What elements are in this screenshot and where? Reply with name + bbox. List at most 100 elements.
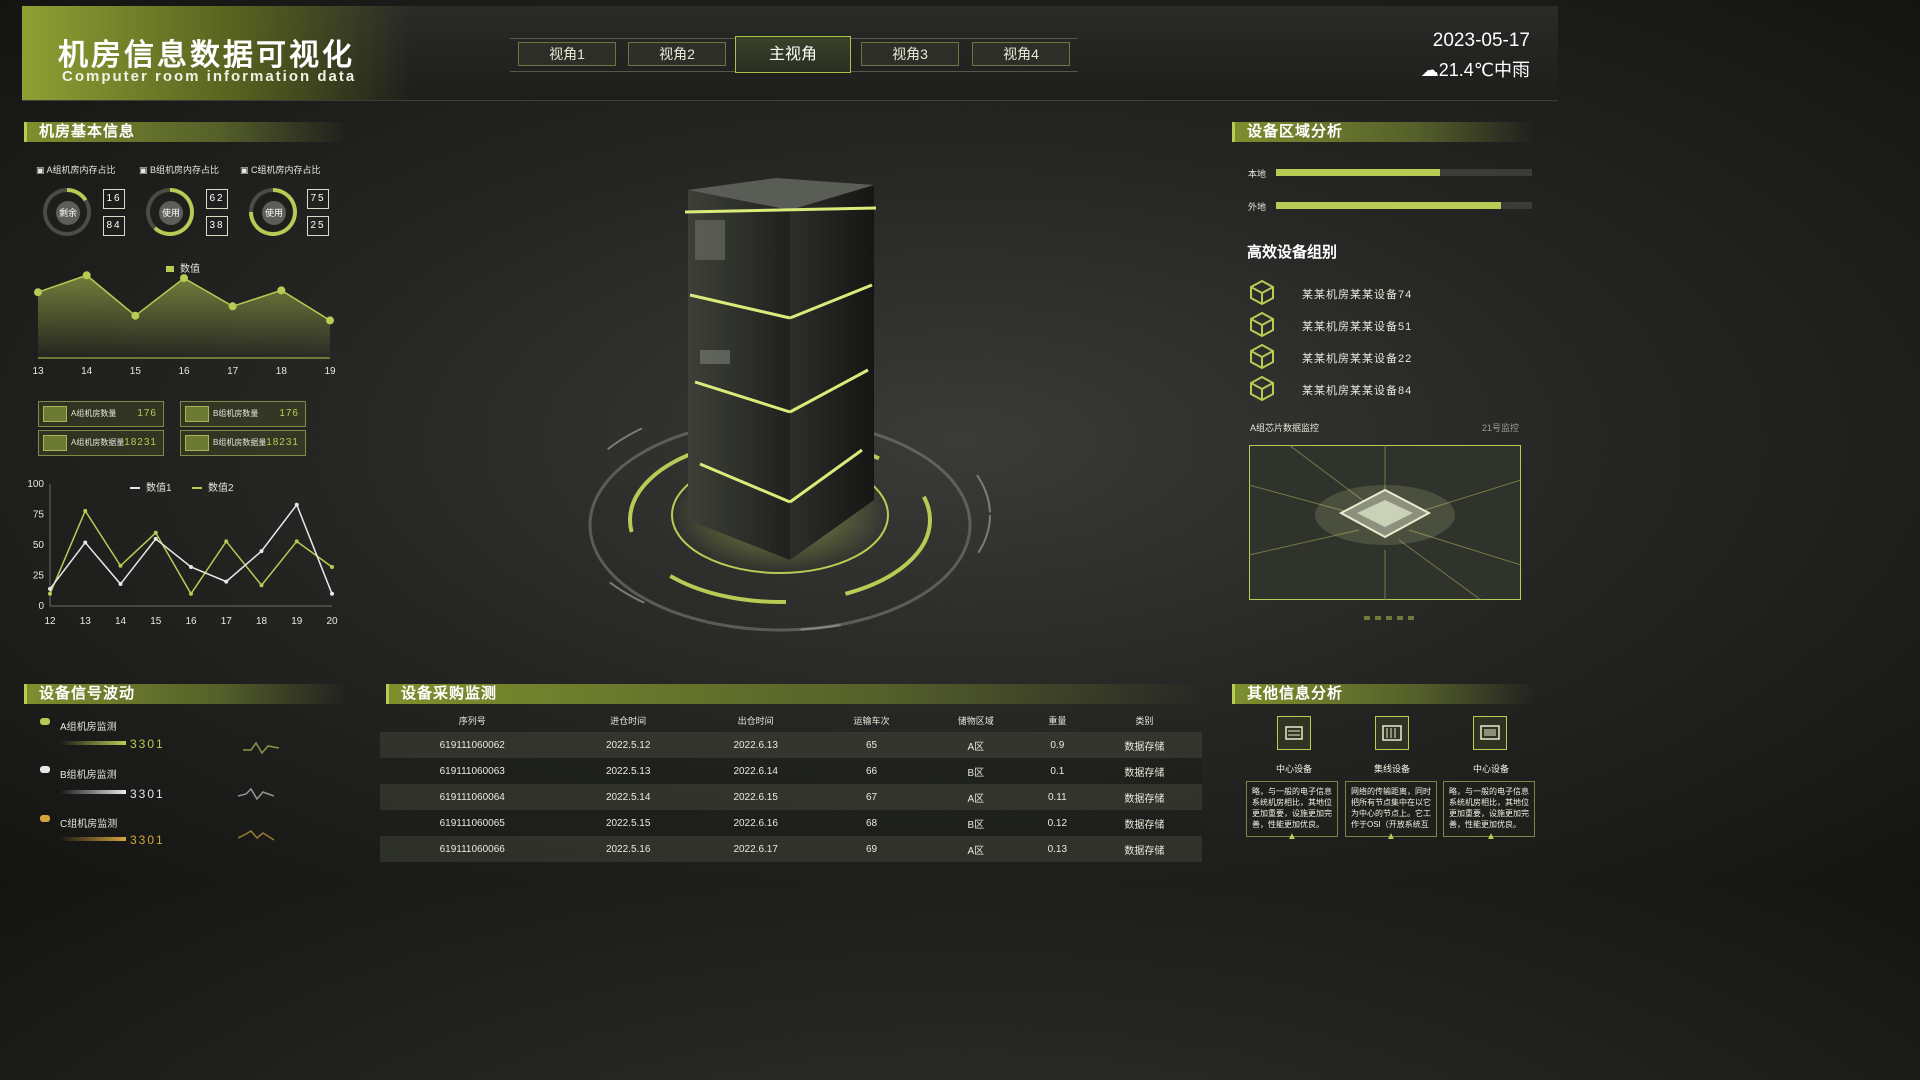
data-point[interactable] (277, 286, 286, 295)
signal-bar-b (60, 790, 126, 794)
memory-label-a: ▣ A组机房内存占比 (36, 165, 116, 175)
signal-bar-a (60, 741, 126, 745)
data-point[interactable] (189, 564, 193, 569)
monitor-icon[interactable] (1473, 716, 1507, 750)
tab-view-2[interactable]: 视角2 (628, 42, 726, 66)
section-basic-info-header: 机房基本信息 (24, 122, 347, 142)
y-tick-label: 50 (33, 540, 45, 551)
data-point[interactable] (259, 549, 264, 554)
data-point[interactable] (330, 591, 334, 596)
data-point[interactable] (228, 302, 237, 311)
wave-icon (238, 830, 274, 841)
caret-up-icon: ▲ (1287, 831, 1297, 842)
memory-gauge-c: 使用 (249, 188, 297, 236)
hub-icon[interactable] (1375, 716, 1409, 750)
x-tick-label: 16 (185, 616, 197, 627)
legend-swatch (166, 266, 174, 272)
col-trips: 运输车次 (853, 715, 890, 726)
stat-b-data-volume: B组机房数据量 18231 (180, 430, 306, 456)
data-point[interactable] (82, 271, 91, 280)
device-item[interactable]: 某某机房某某设备84 (1302, 382, 1412, 398)
data-point[interactable] (330, 564, 334, 569)
digit-c-free: 25 (307, 216, 329, 236)
data-point[interactable] (48, 586, 52, 591)
x-tick-label: 19 (291, 616, 303, 627)
region-label-remote: 外地 (1248, 202, 1267, 212)
col-out-time: 出仓时间 (737, 715, 774, 726)
info-title-center-1: 中心设备 (1275, 764, 1312, 774)
data-point[interactable] (294, 539, 299, 544)
col-weight: 重量 (1048, 715, 1067, 726)
legend-label: 数值2 (208, 481, 234, 494)
digit-c-used: 75 (307, 189, 329, 209)
x-tick-label: 15 (130, 366, 142, 377)
table-row[interactable]: 619111060065 2022.5.15 2022.6.16 68 B区 0.12 数据… (380, 810, 1202, 836)
wave-icon (243, 741, 279, 755)
server-cabinet-3d[interactable] (540, 150, 1020, 650)
dual-line-chart: 0 25 50 75 100 12 13 14 15 16 17 18 19 20 数值1 数值2 (27, 479, 338, 627)
digit-a-free: 84 (103, 216, 125, 236)
page-subtitle: Computer room information data (62, 68, 357, 85)
data-point[interactable] (259, 583, 264, 588)
y-tick-label: 100 (27, 479, 44, 490)
region-bar-remote (1276, 202, 1502, 209)
device-item[interactable]: 某某机房某某设备74 (1302, 286, 1412, 302)
signal-value-c: 3301 (130, 833, 165, 847)
y-tick-label: 75 (33, 510, 45, 521)
purchase-table: 序列号 进仓时间 出仓时间 运输车次 储物区域 重量 类别 6191110600… (380, 708, 1202, 862)
data-point[interactable] (294, 502, 299, 507)
data-point[interactable] (118, 582, 123, 587)
col-category: 类别 (1135, 715, 1154, 726)
data-point[interactable] (83, 540, 88, 545)
device-item[interactable]: 某某机房某某设备22 (1302, 350, 1412, 366)
tab-view-1[interactable]: 视角1 (518, 42, 616, 66)
value-area-chart: 13 14 15 16 17 18 19 数值 (32, 262, 336, 377)
table-row[interactable]: 619111060064 2022.5.14 2022.6.15 67 A区 0.11 数据… (380, 784, 1202, 810)
date-display: 2023-05-17 (1432, 30, 1530, 51)
signal-dot-a (40, 718, 50, 725)
signal-dot-b (40, 766, 50, 773)
tab-main-view[interactable]: 主视角 (735, 36, 851, 73)
carousel-indicator[interactable] (1364, 616, 1416, 620)
data-point[interactable] (131, 311, 140, 320)
cube-icon (1250, 375, 1274, 401)
table-header-row: 序列号 进仓时间 出仓时间 运输车次 储物区域 重量 类别 (380, 708, 1202, 732)
data-point[interactable] (118, 563, 123, 568)
data-point[interactable] (224, 539, 229, 544)
server-icon[interactable] (1277, 716, 1311, 750)
x-tick-label: 19 (324, 366, 336, 377)
x-tick-label: 17 (227, 366, 239, 377)
data-point[interactable] (153, 536, 158, 541)
col-area: 储物区域 (957, 715, 994, 726)
chip-monitor-id: 21号监控 (1482, 423, 1520, 433)
caret-up-icon: ▲ (1386, 831, 1396, 842)
data-point[interactable] (224, 579, 229, 584)
table-row[interactable]: 619111060066 2022.5.16 2022.6.17 69 A区 0.13 数据… (380, 836, 1202, 862)
memory-label-b: ▣ B组机房内存占比 (139, 165, 220, 175)
cloud-rain-icon: ☁ (1420, 60, 1439, 80)
data-point[interactable] (34, 288, 42, 297)
data-point[interactable] (189, 591, 193, 596)
table-row[interactable]: 619111060062 2022.5.12 2022.6.13 65 A区 0.9 数据存… (380, 732, 1202, 758)
data-point[interactable] (83, 508, 88, 513)
stat-a-data-volume: A组机房数据量 18231 (38, 430, 164, 456)
chip-monitor-image[interactable] (1249, 445, 1521, 600)
server-icon (43, 406, 67, 422)
table-row[interactable]: 619111060063 2022.5.13 2022.6.14 66 B区 0.1 数据存… (380, 758, 1202, 784)
y-tick-label: 0 (38, 601, 44, 612)
region-label-local: 本地 (1248, 169, 1267, 179)
section-signal-header: 设备信号波动 (24, 684, 347, 704)
region-bar-local (1276, 169, 1440, 176)
digit-b-used: 62 (206, 189, 228, 209)
legend-label: 数值1 (146, 481, 172, 494)
data-point[interactable] (180, 274, 188, 283)
signal-value-a: 3301 (130, 737, 165, 751)
data-point[interactable] (48, 591, 52, 596)
tab-view-3[interactable]: 视角3 (861, 42, 959, 66)
info-card-center-2: 略，与一般的电子信息系统机房相比，其地位更加重要，设施更加完善，性能更加优良。 (1443, 781, 1535, 837)
data-point[interactable] (153, 530, 158, 535)
device-item[interactable]: 某某机房某某设备51 (1302, 318, 1412, 334)
x-tick-label: 13 (32, 366, 44, 377)
data-point[interactable] (326, 316, 334, 325)
tab-view-4[interactable]: 视角4 (972, 42, 1070, 66)
